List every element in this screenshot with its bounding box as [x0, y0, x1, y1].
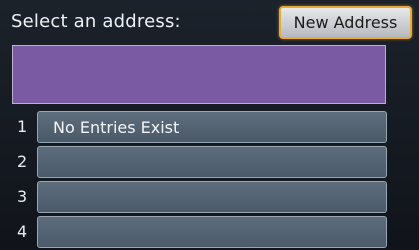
address-select-screen: Select an address: New Address 1 No Entr… — [0, 0, 419, 250]
list-item: 2 — [0, 143, 419, 179]
list-item-button[interactable] — [37, 146, 387, 178]
list-item-number: 4 — [17, 221, 28, 241]
page-title: Select an address: — [11, 11, 181, 32]
list-item-number: 3 — [17, 186, 28, 206]
address-display-field — [12, 45, 386, 104]
list-item: 4 — [0, 213, 419, 249]
list-item-number: 1 — [17, 116, 28, 136]
new-address-button[interactable]: New Address — [279, 6, 412, 39]
list-item: 3 — [0, 178, 419, 214]
list-item: 1 No Entries Exist — [0, 108, 419, 144]
list-item-button[interactable] — [37, 181, 387, 213]
list-item-button[interactable]: No Entries Exist — [37, 111, 387, 143]
list-item-button[interactable] — [37, 216, 387, 248]
list-item-number: 2 — [17, 151, 28, 171]
